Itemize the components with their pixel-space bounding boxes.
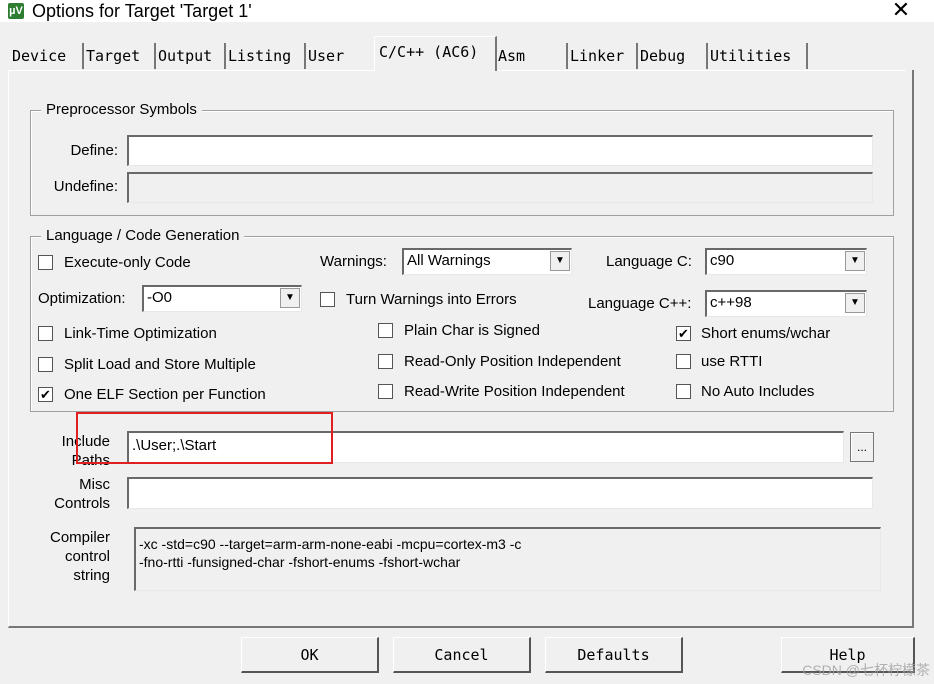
- link-time-checkbox[interactable]: [38, 326, 53, 341]
- language-cpp-value: c++98: [710, 294, 752, 311]
- misc-label-line1: Misc: [79, 476, 110, 493]
- optimization-value: -O0: [147, 289, 173, 306]
- tab-linker[interactable]: Linker: [566, 43, 638, 69]
- cancel-button[interactable]: Cancel: [393, 637, 531, 673]
- chevron-down-icon[interactable]: ▼: [845, 293, 865, 313]
- undefine-label: Undefine:: [53, 178, 118, 195]
- include-label-line1: Include: [61, 433, 110, 450]
- read-only-pi-label: Read-Only Position Independent: [404, 353, 621, 370]
- include-browse-button[interactable]: ...: [850, 432, 874, 462]
- use-rtti-checkbox[interactable]: [676, 354, 691, 369]
- compiler-control-string: -xc -std=c90 --target=arm-arm-none-eabi …: [134, 527, 881, 591]
- tab-asm[interactable]: Asm: [494, 43, 568, 69]
- tab-utilities[interactable]: Utilities: [706, 43, 808, 69]
- no-auto-includes-checkbox[interactable]: [676, 384, 691, 399]
- undefine-input[interactable]: [127, 172, 873, 203]
- read-write-pi-label: Read-Write Position Independent: [404, 383, 625, 400]
- define-input[interactable]: [127, 135, 873, 166]
- tab-cpp-ac6[interactable]: C/C++ (AC6): [374, 36, 497, 71]
- execute-only-checkbox[interactable]: [38, 255, 53, 270]
- tab-debug[interactable]: Debug: [636, 43, 708, 69]
- title-bar: µV Options for Target 'Target 1' ✕: [0, 0, 934, 22]
- tab-output[interactable]: Output: [154, 43, 226, 69]
- compiler-label-line1: Compiler: [49, 529, 110, 546]
- use-rtti-label: use RTTI: [701, 353, 763, 370]
- compiler-string-line1: -xc -std=c90 --target=arm-arm-none-eabi …: [139, 536, 522, 552]
- chevron-down-icon[interactable]: ▼: [845, 251, 865, 271]
- tab-listing[interactable]: Listing: [224, 43, 306, 69]
- language-c-value: c90: [710, 252, 735, 269]
- turn-warnings-checkbox[interactable]: [320, 292, 335, 307]
- misc-label-line2: Controls: [54, 495, 110, 512]
- defaults-button[interactable]: Defaults: [545, 637, 683, 673]
- check-mark-icon: ✔: [40, 387, 51, 402]
- optimization-label: Optimization:: [38, 290, 126, 307]
- read-only-pi-checkbox[interactable]: [378, 354, 393, 369]
- read-write-pi-checkbox[interactable]: [378, 384, 393, 399]
- one-elf-checkbox[interactable]: ✔: [38, 387, 53, 402]
- short-enums-label: Short enums/wchar: [701, 325, 831, 342]
- warnings-label: Warnings:: [320, 253, 387, 270]
- window-title: Options for Target 'Target 1': [32, 1, 252, 21]
- compiler-label-line2: control: [64, 548, 110, 565]
- turn-warnings-label: Turn Warnings into Errors: [346, 291, 517, 308]
- compiler-string-line2: -fno-rtti -funsigned-char -fshort-enums …: [139, 554, 461, 570]
- execute-only-label: Execute-only Code: [64, 254, 191, 271]
- check-mark-icon: ✔: [678, 326, 689, 341]
- tab-user[interactable]: User: [304, 43, 376, 69]
- compiler-label-line3: string: [73, 567, 110, 584]
- options-dialog: µV Options for Target 'Target 1' ✕ Devic…: [0, 0, 934, 684]
- plain-char-label: Plain Char is Signed: [404, 322, 540, 339]
- include-paths-label: Include Paths: [40, 432, 110, 470]
- compiler-control-label: Compiler control string: [40, 528, 110, 585]
- warnings-select[interactable]: All Warnings ▼: [402, 248, 572, 275]
- language-cpp-label: Language C++:: [588, 295, 692, 312]
- link-time-label: Link-Time Optimization: [64, 325, 217, 342]
- language-c-select[interactable]: c90 ▼: [705, 248, 867, 275]
- split-load-label: Split Load and Store Multiple: [64, 356, 256, 373]
- codegen-legend: Language / Code Generation: [41, 226, 245, 246]
- tab-device[interactable]: Device: [8, 43, 84, 69]
- ok-button[interactable]: OK: [241, 637, 379, 673]
- optimization-select[interactable]: -O0 ▼: [142, 285, 302, 312]
- chevron-down-icon[interactable]: ▼: [550, 251, 570, 271]
- short-enums-checkbox[interactable]: ✔: [676, 326, 691, 341]
- split-load-checkbox[interactable]: [38, 357, 53, 372]
- language-cpp-select[interactable]: c++98 ▼: [705, 290, 867, 317]
- define-label: Define:: [70, 142, 118, 159]
- one-elf-label: One ELF Section per Function: [64, 386, 266, 403]
- no-auto-includes-label: No Auto Includes: [701, 383, 815, 400]
- misc-controls-input[interactable]: [127, 477, 873, 509]
- close-button[interactable]: ✕: [886, 0, 916, 22]
- include-paths-input[interactable]: .\User;.\Start: [127, 431, 844, 463]
- plain-char-checkbox[interactable]: [378, 323, 393, 338]
- watermark: CSDN @七杯柠檬茶: [802, 662, 930, 678]
- tab-target[interactable]: Target: [82, 43, 156, 69]
- include-label-line2: Paths: [71, 452, 110, 469]
- keil-app-icon: µV: [8, 3, 24, 19]
- preprocessor-legend: Preprocessor Symbols: [41, 100, 202, 120]
- warnings-value: All Warnings: [407, 252, 491, 269]
- chevron-down-icon[interactable]: ▼: [280, 288, 300, 308]
- tab-strip: Device Target Output Listing User C/C++ …: [8, 36, 908, 71]
- misc-controls-label: Misc Controls: [40, 475, 110, 513]
- language-c-label: Language C:: [606, 253, 692, 270]
